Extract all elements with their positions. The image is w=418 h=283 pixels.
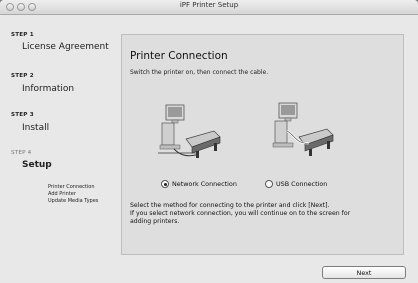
usb-printer-illustration-icon xyxy=(272,102,334,156)
network-connection-label: Network Connection xyxy=(172,180,237,188)
step-3-name: Install xyxy=(22,123,50,133)
network-printer-illustration-icon xyxy=(158,104,221,158)
window-title: iPF Printer Setup xyxy=(179,1,239,9)
substep-printer-connection: Printer Connection xyxy=(48,184,95,190)
usb-connection-option[interactable]: USB Connection xyxy=(265,180,327,188)
step-3-label: STEP 3 xyxy=(11,112,34,118)
step-1-name: License Agreement xyxy=(22,42,109,52)
step-2-name: Information xyxy=(22,84,75,94)
instruction-line-2: If you select network connection, you wi… xyxy=(130,210,351,217)
instruction-text: Select the method for connecting to the … xyxy=(130,202,400,226)
title-bar: iPF Printer Setup xyxy=(0,0,418,15)
usb-connection-label: USB Connection xyxy=(276,180,328,188)
main-panel: Printer Connection Switch the printer on… xyxy=(121,34,404,255)
network-connection-option[interactable]: Network Connection xyxy=(161,180,237,188)
intro-text: Switch the printer on, then connect the … xyxy=(130,69,269,76)
substep-add-printer: Add Printer xyxy=(48,191,76,197)
step-4-name: Setup xyxy=(22,160,52,170)
step-4-label: STEP 4 xyxy=(11,150,32,156)
substep-update-media-types: Update Media Types xyxy=(48,198,99,204)
step-1-label: STEP 1 xyxy=(11,32,34,38)
installer-window: iPF Printer Setup STEP 1 License Agreeme… xyxy=(0,0,418,283)
instruction-line-1: Select the method for connecting to the … xyxy=(130,202,330,209)
usb-connection-radio[interactable] xyxy=(265,180,273,188)
instruction-line-3: adding printers. xyxy=(130,218,180,225)
network-connection-radio[interactable] xyxy=(161,180,169,188)
next-button[interactable]: Next xyxy=(322,266,406,279)
step-2-label: STEP 2 xyxy=(11,73,34,79)
page-heading: Printer Connection xyxy=(130,50,228,62)
